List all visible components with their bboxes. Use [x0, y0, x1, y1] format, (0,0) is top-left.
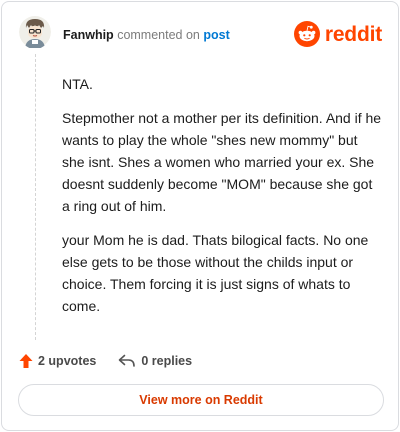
comment-meta: Fanwhip commented on post: [63, 28, 230, 42]
action-text: commented on: [117, 28, 200, 42]
avatar[interactable]: [19, 15, 51, 49]
comment-embed-card: Fanwhip commented on post reddit NTA. St…: [1, 1, 399, 431]
username-link[interactable]: Fanwhip: [63, 28, 114, 42]
upvote-button[interactable]: 2 upvotes: [19, 353, 96, 369]
reply-count: 0 replies: [141, 354, 193, 368]
comment-paragraph: your Mom he is dad. Thats bilogical fact…: [62, 232, 369, 314]
reddit-wordmark: reddit: [324, 22, 382, 46]
reply-arrow-icon: [119, 354, 136, 367]
comment-body: NTA. Stepmother not a mother per its def…: [62, 73, 382, 329]
reddit-logo[interactable]: reddit: [293, 20, 382, 48]
view-more-button[interactable]: View more on Reddit: [18, 384, 384, 416]
comment-footer: 2 upvotes 0 replies: [19, 350, 192, 372]
comment-header: Fanwhip commented on post reddit: [19, 15, 382, 51]
upvote-count: 2 upvotes: [38, 354, 97, 368]
upvote-arrow-icon: [19, 354, 33, 368]
reply-button[interactable]: 0 replies: [118, 354, 192, 368]
reddit-snoo-icon: [293, 21, 320, 47]
comment-paragraph: NTA.: [62, 76, 93, 92]
comment-paragraph: Stepmother not a mother per its definiti…: [62, 110, 382, 214]
post-link[interactable]: post: [203, 28, 229, 42]
thread-line: [35, 54, 36, 340]
